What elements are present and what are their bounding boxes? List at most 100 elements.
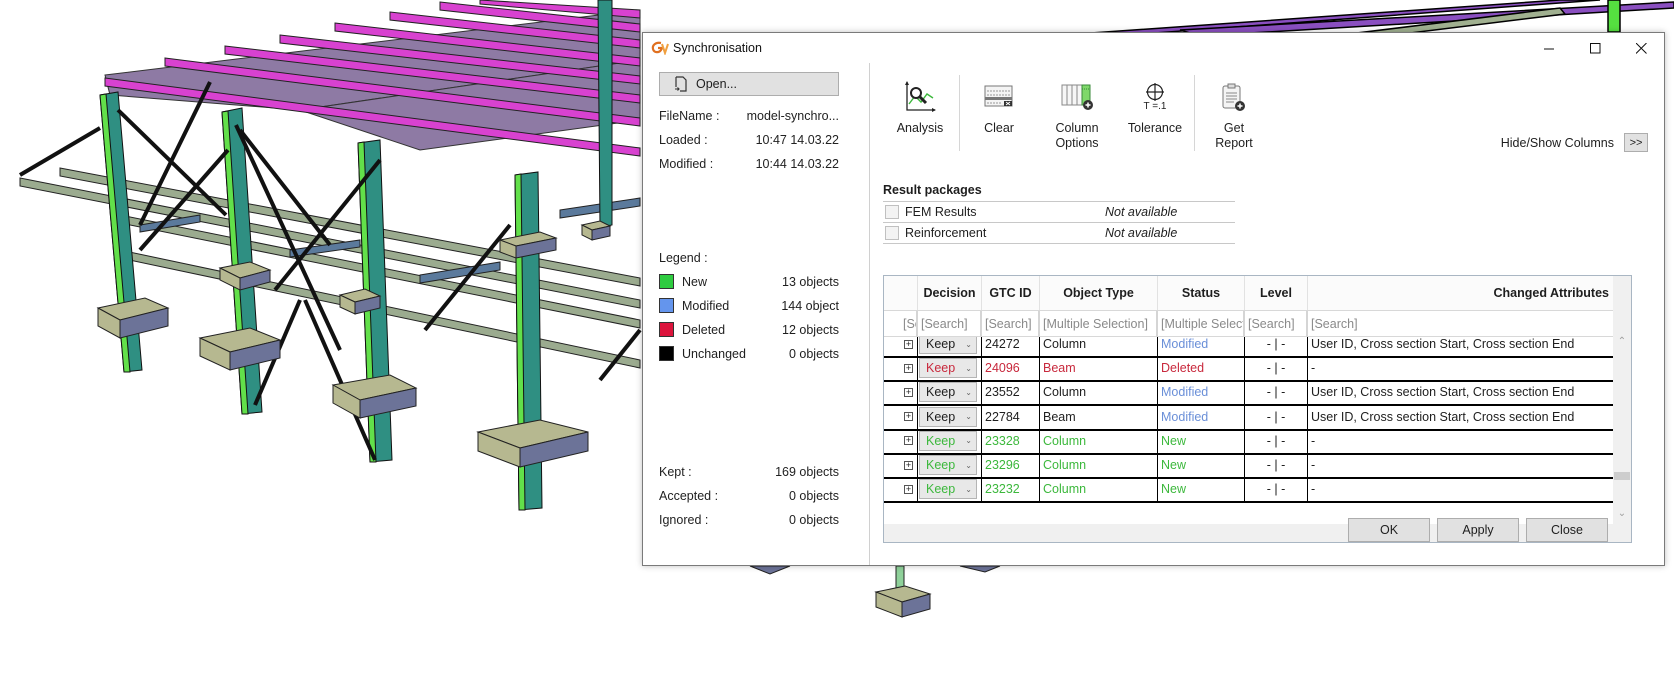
cell-decision: Keep ⌄ <box>918 477 982 502</box>
decision-dropdown[interactable]: Keep ⌄ <box>919 337 977 354</box>
filter-status[interactable]: [Multiple Selecti <box>1158 311 1245 336</box>
cell-decision: Keep ⌄ <box>918 337 982 356</box>
col-header-changed-attributes[interactable]: Changed Attributes <box>1308 276 1613 310</box>
scroll-down-icon[interactable]: ⌄ <box>1613 508 1631 524</box>
filter-level[interactable]: [Search] <box>1245 311 1308 336</box>
cell-status: Deleted <box>1158 356 1245 381</box>
new-color-swatch <box>659 274 674 289</box>
expand-plus-icon[interactable]: + <box>904 436 913 446</box>
vertical-scrollbar[interactable]: ⌃ ⌄ <box>1613 276 1631 524</box>
filter-decision[interactable]: [Search] <box>918 311 982 336</box>
cell-level: - | - <box>1245 337 1308 356</box>
title-bar[interactable]: Synchronisation <box>643 33 1664 63</box>
cell-gtc-id: 23328 <box>982 428 1040 453</box>
analysis-button[interactable]: Analysis <box>881 73 959 153</box>
tolerance-button[interactable]: T =.1 Tolerance <box>1116 73 1194 153</box>
legend-label: Deleted <box>682 322 726 337</box>
expand-plus-icon[interactable]: + <box>904 484 913 494</box>
filter-changed-attributes[interactable]: [Search] <box>1308 311 1613 336</box>
open-button[interactable]: Open... <box>659 72 839 96</box>
cell-gtc-id: 23232 <box>982 477 1040 502</box>
col-header-gtc-id[interactable]: GTC ID <box>982 276 1040 310</box>
col-header-level[interactable]: Level <box>1245 276 1308 310</box>
deleted-color-swatch <box>659 322 674 337</box>
cell-level: - | - <box>1245 380 1308 405</box>
expand-plus-icon[interactable]: + <box>904 460 913 470</box>
decision-dropdown[interactable]: Keep ⌄ <box>919 430 977 451</box>
ok-button[interactable]: OK <box>1348 518 1430 542</box>
sync-results-grid: Decision GTC ID Object Type Status Level… <box>883 275 1632 543</box>
row-expand-cell: + <box>900 337 918 356</box>
scroll-thumb[interactable] <box>1614 472 1630 480</box>
decision-dropdown[interactable]: Keep ⌄ <box>919 455 977 475</box>
maximize-button[interactable] <box>1572 33 1618 63</box>
col-header-status[interactable]: Status <box>1158 276 1245 310</box>
expand-plus-icon[interactable]: + <box>904 339 913 349</box>
fem-results-checkbox[interactable] <box>885 205 899 219</box>
cell-gtc-id: 23552 <box>982 380 1040 405</box>
clear-button[interactable]: Clear <box>960 73 1038 153</box>
accepted-label: Accepted : <box>659 489 719 503</box>
cell-level: - | - <box>1245 404 1308 429</box>
decision-dropdown[interactable]: Keep ⌄ <box>919 382 977 403</box>
modified-label: Modified : <box>659 157 714 171</box>
expand-plus-icon[interactable]: + <box>904 363 913 373</box>
reinforcement-checkbox[interactable] <box>885 226 899 240</box>
scroll-up-icon[interactable]: ⌃ <box>1613 336 1631 352</box>
result-package-item: FEM Results Not available <box>883 202 1235 223</box>
decision-dropdown[interactable]: Keep ⌄ <box>919 358 977 379</box>
cell-object-type: Column <box>1040 337 1158 356</box>
close-icon <box>1635 42 1647 54</box>
cell-gtc-id: 23296 <box>982 453 1040 477</box>
decision-dropdown[interactable]: Keep ⌄ <box>919 406 977 427</box>
chevron-down-icon: ⌄ <box>965 436 972 446</box>
legend-title: Legend : <box>659 251 708 265</box>
cell-decision: Keep ⌄ <box>918 428 982 453</box>
chevron-down-icon: ⌄ <box>965 339 972 349</box>
expand-plus-icon[interactable]: + <box>904 387 913 397</box>
result-packages-list: FEM Results Not available Reinforcement … <box>883 201 1235 244</box>
file-name-label: FileName : <box>659 109 720 123</box>
legend-count: 0 objects <box>788 346 839 361</box>
col-header-expand <box>884 276 918 310</box>
expand-plus-icon[interactable]: + <box>904 412 913 422</box>
filter-gtc-id[interactable]: [Search] <box>982 311 1040 336</box>
analysis-label: Analysis <box>896 121 944 135</box>
column-options-icon <box>1061 84 1093 110</box>
column-options-button[interactable]: Column Options <box>1038 73 1116 153</box>
chevron-down-icon: ⌄ <box>965 484 972 494</box>
legend-item-modified: Modified 144 object <box>659 298 839 313</box>
minimize-button[interactable] <box>1526 33 1572 63</box>
table-row[interactable]: + Keep ⌄ 23552 Column Modified - | - User ID, C… <box>884 380 1613 407</box>
ignored-label: Ignored : <box>659 513 709 527</box>
row-expand-cell: + <box>900 380 918 405</box>
app-logo-icon <box>651 41 669 55</box>
legend-label: Modified <box>682 298 730 313</box>
hide-show-columns-button[interactable]: >> <box>1624 133 1648 152</box>
table-row[interactable]: + Keep ⌄ 24272 Column Modified - | - User ID, C… <box>884 337 1613 358</box>
col-header-object-type[interactable]: Object Type <box>1040 276 1158 310</box>
table-row[interactable]: + Keep ⌄ 24096 Beam Deleted - | -- <box>884 356 1613 383</box>
decision-dropdown[interactable]: Keep ⌄ <box>919 479 977 500</box>
table-row[interactable]: + Keep ⌄ 23296 Column New - | -- <box>884 453 1613 479</box>
column-options-label: Column Options <box>1055 121 1098 151</box>
modified-color-swatch <box>659 298 674 313</box>
clear-icon <box>984 85 1013 107</box>
get-report-button[interactable]: Get Report <box>1195 73 1273 153</box>
loaded-label: Loaded : <box>659 133 708 147</box>
tolerance-label: Tolerance <box>1127 121 1183 135</box>
decision-value: Keep <box>926 409 956 424</box>
close-window-button[interactable] <box>1618 33 1664 63</box>
table-row[interactable]: + Keep ⌄ 23328 Column New - | -- <box>884 428 1613 455</box>
tolerance-value: T =.1 <box>1143 100 1167 112</box>
table-row[interactable]: + Keep ⌄ 23232 Column New - | -- <box>884 477 1613 504</box>
table-row[interactable]: + Keep ⌄ 22784 Beam Modified - | - User ID, Cro… <box>884 404 1613 431</box>
apply-button[interactable]: Apply <box>1437 518 1519 542</box>
col-header-decision[interactable]: Decision <box>918 276 982 310</box>
close-button[interactable]: Close <box>1526 518 1608 542</box>
filter-object-type[interactable]: [Multiple Selection] <box>1040 311 1158 336</box>
package-name: FEM Results <box>905 205 977 219</box>
grid-filter-row: [Se [Search] [Search] [Multiple Selectio… <box>884 310 1613 337</box>
loaded-row: Loaded : 10:47 14.03.22 <box>659 133 839 147</box>
filter-expand[interactable]: [Se <box>900 311 918 336</box>
